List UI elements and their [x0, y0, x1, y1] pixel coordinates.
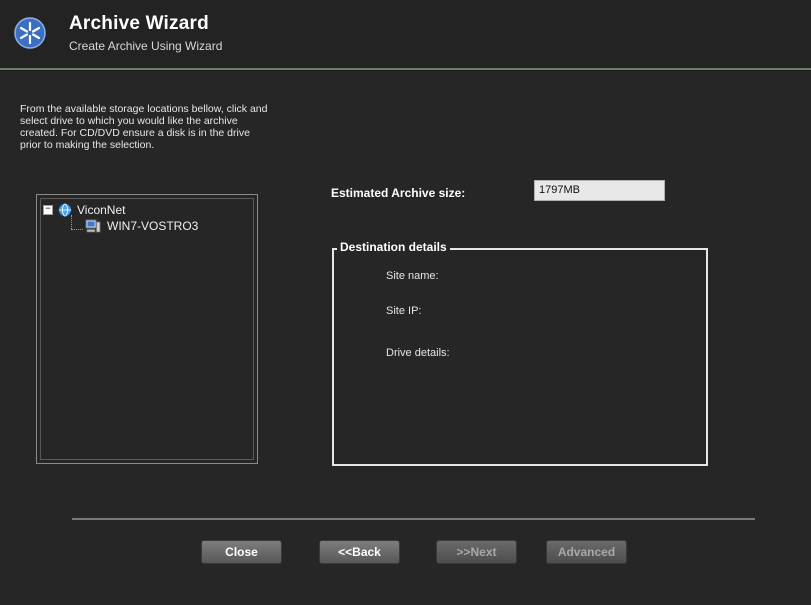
instructions-text: From the available storage locations bel… — [20, 103, 268, 151]
drive-details-label: Drive details: — [386, 347, 450, 359]
site-name-label: Site name: — [386, 270, 439, 282]
wizard-title: Archive Wizard — [69, 13, 209, 34]
wizard-subtitle: Create Archive Using Wizard — [69, 39, 223, 53]
close-button[interactable]: Close — [201, 540, 282, 564]
tree-node-viconnet[interactable]: − ViconNet — [43, 203, 125, 217]
back-button[interactable]: <<Back — [319, 540, 400, 564]
header-divider-shadow — [0, 70, 811, 71]
tree-connector-vertical — [71, 215, 72, 229]
collapse-toggle-icon[interactable]: − — [43, 205, 53, 215]
network-globe-icon — [58, 203, 72, 217]
destination-details-legend: Destination details — [337, 240, 450, 254]
computer-icon — [85, 219, 101, 233]
storage-tree[interactable]: − ViconNet WIN7-VOSTRO3 — [36, 194, 258, 464]
tree-node-label: ViconNet — [77, 203, 126, 217]
advanced-button[interactable]: Advanced — [546, 540, 627, 564]
tree-node-label: WIN7-VOSTRO3 — [107, 219, 199, 233]
footer-divider — [72, 518, 755, 520]
wizard-header: Archive Wizard Create Archive Using Wiza… — [0, 0, 811, 68]
vicon-logo-icon — [14, 17, 46, 49]
archive-wizard-window: Archive Wizard Create Archive Using Wiza… — [0, 0, 811, 605]
estimated-size-label: Estimated Archive size: — [331, 186, 466, 200]
estimated-size-field: 1797MB — [534, 180, 665, 201]
tree-connector-horizontal — [71, 229, 83, 230]
next-button[interactable]: >>Next — [436, 540, 517, 564]
storage-tree-inner — [40, 198, 254, 460]
site-ip-label: Site IP: — [386, 305, 422, 317]
tree-node-win7-vostro3[interactable]: WIN7-VOSTRO3 — [85, 219, 198, 233]
